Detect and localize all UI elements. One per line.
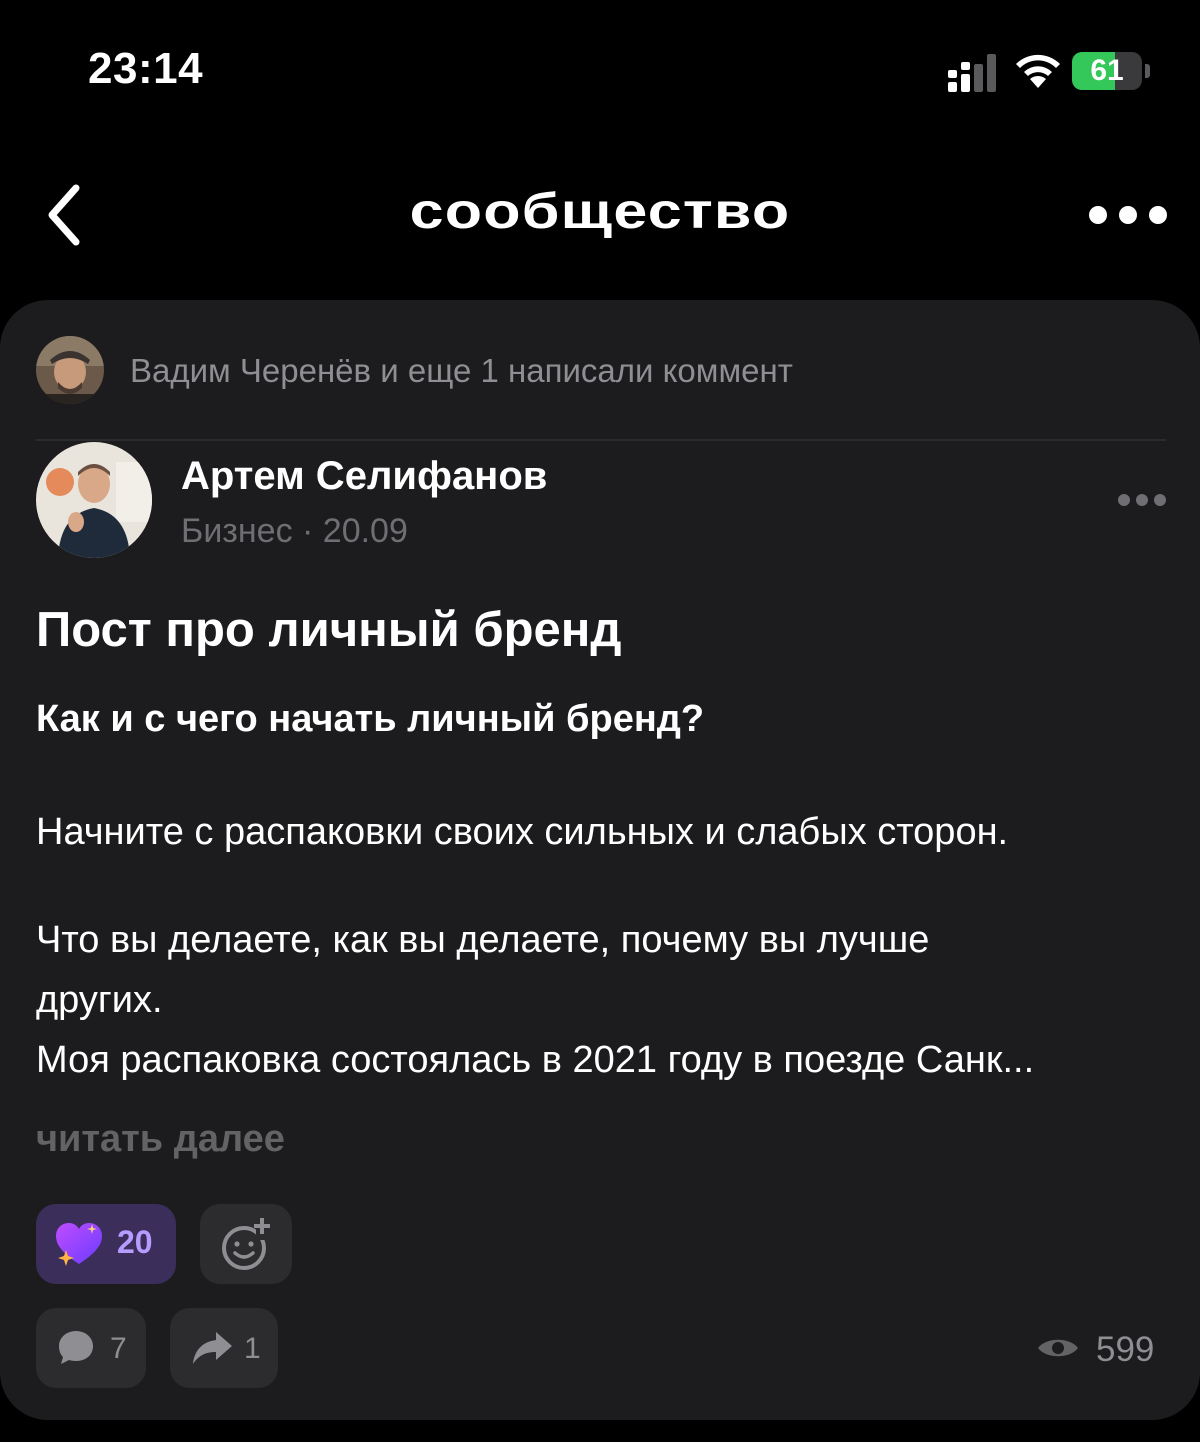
views-counter: 599 [1036, 1328, 1166, 1372]
post-more-button[interactable] [1116, 490, 1168, 510]
post-paragraph: Моя распаковка состоялась в 2021 году в … [36, 1039, 1035, 1081]
status-bar: 23:14 61 [0, 0, 1200, 140]
avatar[interactable] [36, 442, 152, 558]
avatar [36, 336, 104, 404]
view-count: 599 [1096, 1330, 1155, 1369]
comment-bubble-icon [59, 1331, 93, 1364]
cellular-signal-icon [948, 54, 996, 92]
more-options-button[interactable] [1082, 198, 1172, 232]
battery-level: 61 [1090, 54, 1124, 87]
activity-row[interactable]: Вадим Черенёв и еще 1 написали коммент [36, 336, 1166, 404]
author-name[interactable]: Артем Селифанов [181, 454, 547, 499]
post-body: Начните с распаковки своих сильных и сла… [36, 802, 1176, 1090]
author-row: Артем Селифанов Бизнес · 20.09 [36, 442, 1166, 562]
author-avatar-image [36, 442, 152, 558]
more-horizontal-icon [1089, 206, 1167, 224]
post-subtitle: Как и с чего начать личный бренд? [36, 698, 705, 740]
battery-indicator: 61 [1072, 52, 1152, 92]
reaction-button[interactable]: 20 [36, 1204, 176, 1284]
divider [36, 439, 1166, 441]
reaction-count: 20 [117, 1224, 153, 1260]
comments-button[interactable]: 7 [36, 1308, 146, 1388]
share-count: 1 [244, 1332, 261, 1365]
share-arrow-icon [193, 1332, 232, 1364]
more-horizontal-icon [1118, 494, 1166, 506]
post-paragraph: Что вы делаете, как вы делаете, почему в… [36, 919, 930, 961]
commenter-avatar-image [36, 336, 104, 404]
add-emoji-icon [222, 1218, 270, 1270]
activity-text: Вадим Черенёв и еще 1 написали коммент [130, 352, 793, 389]
page-title: сообщество [409, 183, 791, 239]
wifi-icon [1016, 54, 1060, 88]
post-card[interactable]: Вадим Черенёв и еще 1 написали коммент А… [0, 300, 1200, 1420]
status-time: 23:14 [88, 44, 204, 93]
comment-count: 7 [110, 1332, 127, 1365]
post-paragraph: других. [36, 979, 163, 1021]
eye-icon [1038, 1339, 1078, 1357]
post-meta: Бизнес · 20.09 [181, 512, 408, 550]
add-reaction-button[interactable] [200, 1204, 292, 1284]
post-title: Пост про личный бренд [36, 603, 622, 657]
post-paragraph: Начните с распаковки своих сильных и сла… [36, 811, 1009, 853]
nav-bar: сообщество [0, 160, 1200, 270]
read-more-link[interactable]: читать далее [36, 1118, 285, 1161]
share-button[interactable]: 1 [170, 1308, 278, 1388]
sparkle-heart-icon [56, 1223, 102, 1266]
